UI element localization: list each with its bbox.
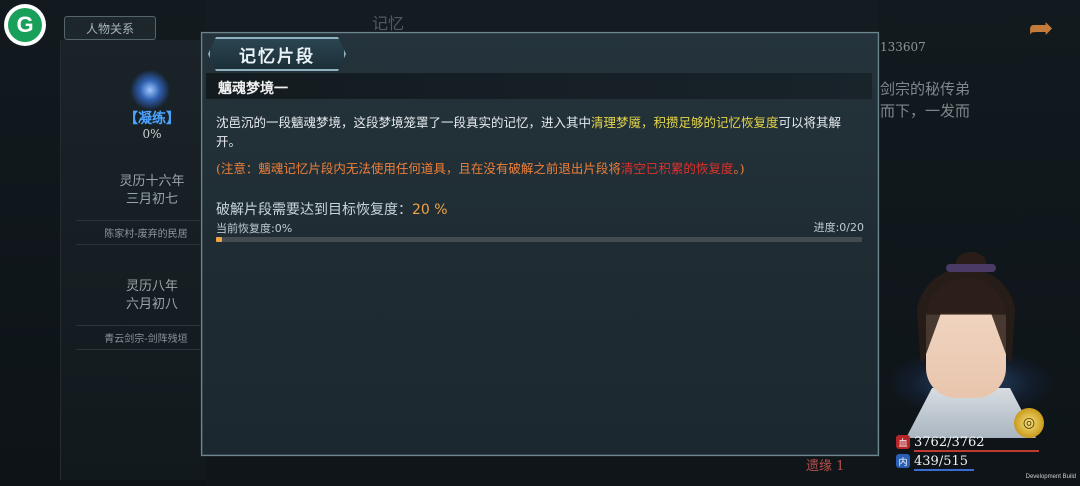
memory-fragment-dialog: 记忆片段 魑魂梦境一 沈邑沉的一段魑魂梦境，这段梦境笼罩了一段真实的记忆，进入其…: [201, 32, 879, 456]
mp-icon: 内: [896, 454, 910, 468]
hero-headband: [946, 264, 996, 272]
current-recovery: 当前恢复度:0%: [216, 222, 293, 235]
sect-emblem-icon[interactable]: ◎: [1014, 408, 1044, 438]
subtitle-bar: 魑魂梦境一: [206, 73, 872, 99]
progress-count: 进度:0/20: [813, 221, 864, 234]
requirement-label: 破解片段需要达到目标恢复度：: [216, 202, 412, 218]
top-deco-title: 记忆: [372, 14, 405, 33]
story-line-1: 剑宗的秘传弟: [880, 80, 971, 98]
mp-bar: [914, 469, 974, 471]
dream-description: 沈邑沉的一段魑魂梦境，这段梦境笼罩了一段真实的记忆，进入其中清理梦魇，积攒足够的…: [216, 113, 862, 151]
entry2-date-line2: 六月初八: [125, 297, 178, 312]
story-line-2: 而下，一发而: [880, 102, 971, 120]
hp-icon: 血: [896, 435, 910, 449]
dialog-title-tab: 记忆片段: [208, 37, 346, 71]
requirement-text: 破解片段需要达到目标恢复度：20 %: [216, 199, 448, 219]
g-logo-icon[interactable]: G: [4, 4, 46, 46]
recovery-progress-bar: [216, 237, 862, 242]
cultivation-pct: 0%: [142, 127, 162, 141]
gem-icon: [130, 70, 170, 110]
mp-stat: 内 439/515: [896, 453, 968, 469]
requirement-value: 20 %: [412, 202, 448, 218]
timeline-entry-1-date[interactable]: 灵历十六年 三月初七: [92, 173, 212, 209]
entry1-date-line2: 三月初七: [125, 192, 178, 207]
mp-value: 439/515: [914, 453, 969, 469]
dialog-title: 记忆片段: [239, 46, 315, 67]
development-build-label: Development Build: [1025, 474, 1076, 480]
relations-tab[interactable]: 人物关系: [64, 16, 156, 40]
warning-note: (注意：魑魂记忆片段内无法使用任何道具，且在没有破解之前退出片段将清空已积累的恢…: [216, 159, 862, 178]
back-arrow-icon[interactable]: ➦: [1016, 10, 1066, 46]
note-highlight: 清空已积累的恢复度: [620, 161, 734, 176]
dream-subtitle: 魑魂梦境一: [218, 81, 288, 97]
right-story-text: 剑宗的秘传弟 而下，一发而: [880, 78, 1070, 122]
cultivation-label: 【凝练】: [124, 111, 180, 127]
hp-stat: 血 3762/3762: [896, 434, 985, 450]
timeline-entry-1-place[interactable]: 陈家村-废弃的民居: [76, 220, 216, 245]
desc-highlight: 清理梦魇，积攒足够的记忆恢复度: [591, 115, 779, 130]
entry2-date-line1: 灵历八年: [125, 279, 178, 294]
note-part-2: 。): [733, 161, 745, 176]
top-bar: [205, 0, 878, 34]
timeline-entry-2-date[interactable]: 灵历八年 六月初八: [92, 278, 212, 314]
note-part-1: (注意：魑魂记忆片段内无法使用任何道具，且在没有破解之前退出片段将: [216, 161, 621, 176]
hp-value: 3762/3762: [914, 434, 985, 450]
timeline-entry-2-place[interactable]: 青云剑宗-剑阵残垣: [76, 325, 216, 350]
hp-bar: [914, 450, 1039, 452]
right-id-text: 133607: [880, 40, 926, 54]
timeline-strip: [60, 40, 206, 480]
desc-part-1: 沈邑沉的一段魑魂梦境，这段梦境笼罩了一段真实的记忆，进入其中: [216, 115, 592, 130]
recovery-progress-fill: [216, 237, 223, 242]
entry1-date-line1: 灵历十六年: [119, 174, 185, 189]
bottom-red-text: 遗缘 1: [806, 459, 845, 474]
